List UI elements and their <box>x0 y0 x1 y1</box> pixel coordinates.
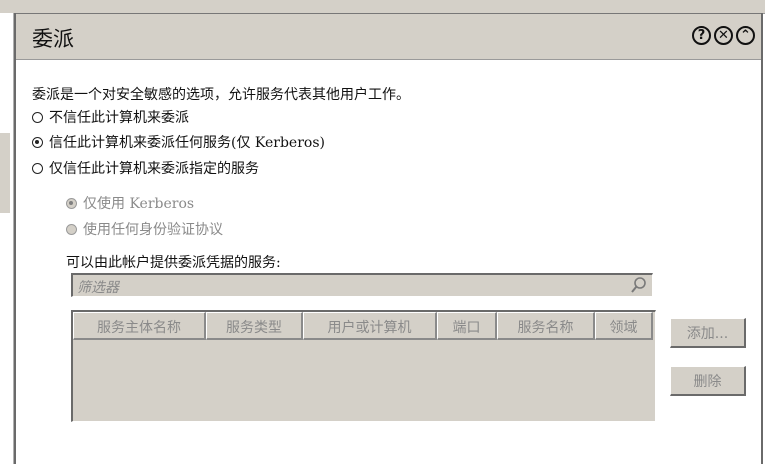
close-icon[interactable]: ✕ <box>714 26 733 45</box>
radio-label: 不信任此计算机来委派 <box>49 110 189 126</box>
filter-placeholder: 筛选器 <box>77 280 119 296</box>
radio-button-disabled-selected[interactable] <box>66 197 77 209</box>
radio-kerberos-only[interactable]: 仅使用 Kerberos <box>66 193 194 213</box>
column-header-user-or-computer[interactable]: 用户或计算机 <box>303 312 437 340</box>
background-left-edge <box>0 13 14 464</box>
header-buttons: ? ✕ ⌃ <box>692 26 755 45</box>
radio-trust-any-service[interactable]: 信任此计算机来委派任何服务(仅 Kerberos) <box>32 132 325 152</box>
panel-title: 委派 <box>32 27 74 51</box>
delegation-description: 委派是一个对安全敏感的选项，允许服务代表其他用户工作。 <box>32 87 410 103</box>
remove-button[interactable]: 删除 <box>670 366 746 396</box>
filter-input[interactable]: 筛选器 <box>71 273 653 297</box>
radio-label: 使用任何身份验证协议 <box>83 222 223 238</box>
radio-no-delegation[interactable]: 不信任此计算机来委派 <box>32 107 189 127</box>
services-label: 可以由此帐户提供委派凭据的服务: <box>66 255 281 271</box>
radio-button-disabled[interactable] <box>66 223 77 235</box>
table-header: 服务主体名称 服务类型 用户或计算机 端口 服务名称 领域 <box>73 312 653 340</box>
radio-label: 仅信任此计算机来委派指定的服务 <box>49 161 259 177</box>
delegation-panel: 委派 ? ✕ ⌃ 委派是一个对安全敏感的选项，允许服务代表其他用户工作。 不信任… <box>14 13 763 464</box>
help-icon[interactable]: ? <box>692 26 711 45</box>
column-header-service-name[interactable]: 服务名称 <box>497 312 595 340</box>
radio-any-protocol[interactable]: 使用任何身份验证协议 <box>66 219 223 239</box>
column-header-realm[interactable]: 领域 <box>595 312 653 340</box>
radio-label: 仅使用 Kerberos <box>83 196 195 212</box>
radio-label: 信任此计算机来委派任何服务(仅 Kerberos) <box>49 135 325 151</box>
column-header-service-type[interactable]: 服务类型 <box>206 312 303 340</box>
radio-button[interactable] <box>32 162 43 174</box>
radio-button[interactable] <box>32 111 43 123</box>
column-header-port[interactable]: 端口 <box>437 312 497 340</box>
radio-button-selected[interactable] <box>32 136 43 148</box>
radio-trust-specified-services[interactable]: 仅信任此计算机来委派指定的服务 <box>32 158 259 178</box>
column-header-spn[interactable]: 服务主体名称 <box>73 312 206 340</box>
search-icon[interactable] <box>630 276 648 294</box>
add-button[interactable]: 添加... <box>670 318 746 348</box>
panel-header: 委派 ? ✕ ⌃ <box>16 13 761 60</box>
collapse-icon[interactable]: ⌃ <box>736 26 755 45</box>
services-table[interactable]: 服务主体名称 服务类型 用户或计算机 端口 服务名称 领域 <box>71 310 656 422</box>
background-window-strip <box>0 0 765 14</box>
